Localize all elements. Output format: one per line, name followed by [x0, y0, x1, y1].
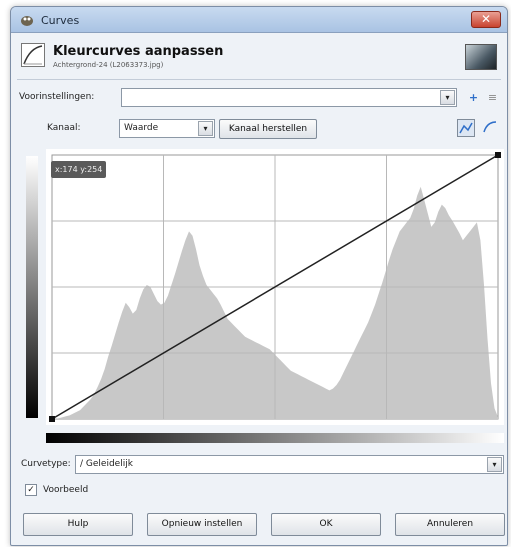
- cancel-button[interactable]: Annuleren: [395, 513, 505, 536]
- gimp-icon: [19, 13, 35, 27]
- horizontal-gradient-bar: [46, 433, 504, 443]
- menu-icon[interactable]: ≡: [485, 90, 500, 105]
- chevron-down-icon[interactable]: ▾: [487, 457, 502, 472]
- curve-type-row: Curvetype: ∕ Geleidelijk ▾: [11, 454, 507, 476]
- title-bar[interactable]: Curves ✕: [11, 7, 507, 33]
- help-button[interactable]: Hulp: [23, 513, 133, 536]
- image-thumbnail: [465, 44, 497, 70]
- dialog-heading: Kleurcurves aanpassen: [53, 44, 224, 59]
- plus-icon[interactable]: +: [466, 90, 481, 105]
- chevron-down-icon[interactable]: ▾: [198, 121, 213, 136]
- curve-type-combo[interactable]: ∕ Geleidelijk ▾: [75, 455, 504, 474]
- linear-histogram-icon[interactable]: [457, 119, 475, 137]
- presets-combo[interactable]: ▾: [121, 88, 457, 107]
- curves-dialog: Curves ✕ Kleurcurves aanpassen Achtergro…: [10, 6, 508, 546]
- vertical-gradient-bar: [26, 156, 38, 418]
- ok-button[interactable]: OK: [271, 513, 381, 536]
- curve-graph[interactable]: [46, 149, 504, 425]
- divider: [17, 79, 501, 80]
- curve-point-start: [49, 416, 55, 422]
- preview-checkbox[interactable]: ✓: [25, 484, 37, 496]
- cursor-coordinates: x:174 y:254: [51, 161, 107, 178]
- channel-value: Waarde: [124, 123, 159, 133]
- curve-type-label: Curvetype:: [21, 459, 71, 469]
- reset-channel-button[interactable]: Kanaal herstellen: [219, 119, 317, 139]
- channel-label: Kanaal:: [47, 123, 81, 133]
- log-histogram-icon[interactable]: [481, 119, 499, 137]
- window-title: Curves: [41, 14, 80, 27]
- dialog-header: Kleurcurves aanpassen Achtergrond-24 (L2…: [11, 34, 507, 78]
- curves-icon: [21, 43, 45, 67]
- presets-row: Voorinstellingen: ▾ + ≡: [11, 87, 507, 109]
- reset-button[interactable]: Opnieuw instellen: [147, 513, 257, 536]
- channel-combo[interactable]: Waarde ▾: [119, 119, 215, 138]
- channel-row: Kanaal: Waarde ▾ Kanaal herstellen: [11, 118, 507, 140]
- chevron-down-icon[interactable]: ▾: [440, 90, 455, 105]
- curve-point-end: [495, 152, 501, 158]
- preview-label: Voorbeeld: [43, 485, 89, 495]
- close-button[interactable]: ✕: [471, 11, 501, 28]
- curve-type-value: ∕ Geleidelijk: [80, 459, 133, 469]
- presets-label: Voorinstellingen:: [19, 92, 95, 102]
- image-name: Achtergrond-24 (L2063373.jpg): [53, 61, 164, 69]
- curve-editor[interactable]: x:174 y:254: [46, 149, 504, 425]
